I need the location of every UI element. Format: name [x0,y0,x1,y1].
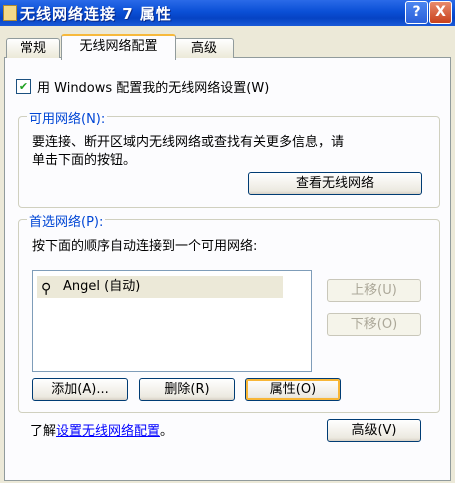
available-networks-description-line2: 单击下面的按钮。 [32,153,137,168]
move-down-button[interactable]: 下移(O) [327,313,421,336]
properties-button[interactable]: 属性(O) [245,378,341,401]
preferred-networks-title: 首选网络(P): [27,211,106,230]
preferred-networks-description: 按下面的顺序自动连接到一个可用网络: [32,239,258,254]
learn-prefix: 了解 [30,424,57,439]
add-button[interactable]: 添加(A)... [32,378,128,401]
wireless-config-help-link[interactable]: 设置无线网络配置 [56,424,160,439]
title-bar: 无线网络连接 7 属性 ? X [0,0,455,26]
remove-button[interactable]: 删除(R) [139,378,235,401]
network-connection-icon [3,5,17,21]
available-networks-description-line1: 要连接、断开区域内无线网络或查找有关更多信息，请 [32,135,345,150]
use-windows-checkbox[interactable]: ✔ [16,79,31,94]
tab-advanced[interactable]: 高级 [174,38,234,58]
antenna-icon: ⚲ [41,281,52,297]
available-networks-title: 可用网络(N): [27,108,108,127]
list-item[interactable]: ⚲ Angel (自动) [37,276,283,298]
tab-general[interactable]: 常规 [6,38,60,58]
close-button[interactable]: X [429,1,452,24]
use-windows-label: 用 Windows 配置我的无线网络设置(W) [37,81,270,96]
preferred-networks-list[interactable]: ⚲ Angel (自动) [32,270,312,372]
advanced-button[interactable]: 高级(V) [327,419,421,442]
learn-suffix: 。 [160,424,174,439]
network-name: Angel (自动) [63,279,141,294]
move-up-button[interactable]: 上移(U) [327,279,421,302]
tab-wireless-config[interactable]: 无线网络配置 [61,34,176,60]
view-wireless-networks-button[interactable]: 查看无线网络 [248,172,422,195]
help-button[interactable]: ? [405,1,428,24]
window-title: 无线网络连接 7 属性 [20,5,172,23]
learn-more-text: 了解设置无线网络配置。 [30,420,173,439]
